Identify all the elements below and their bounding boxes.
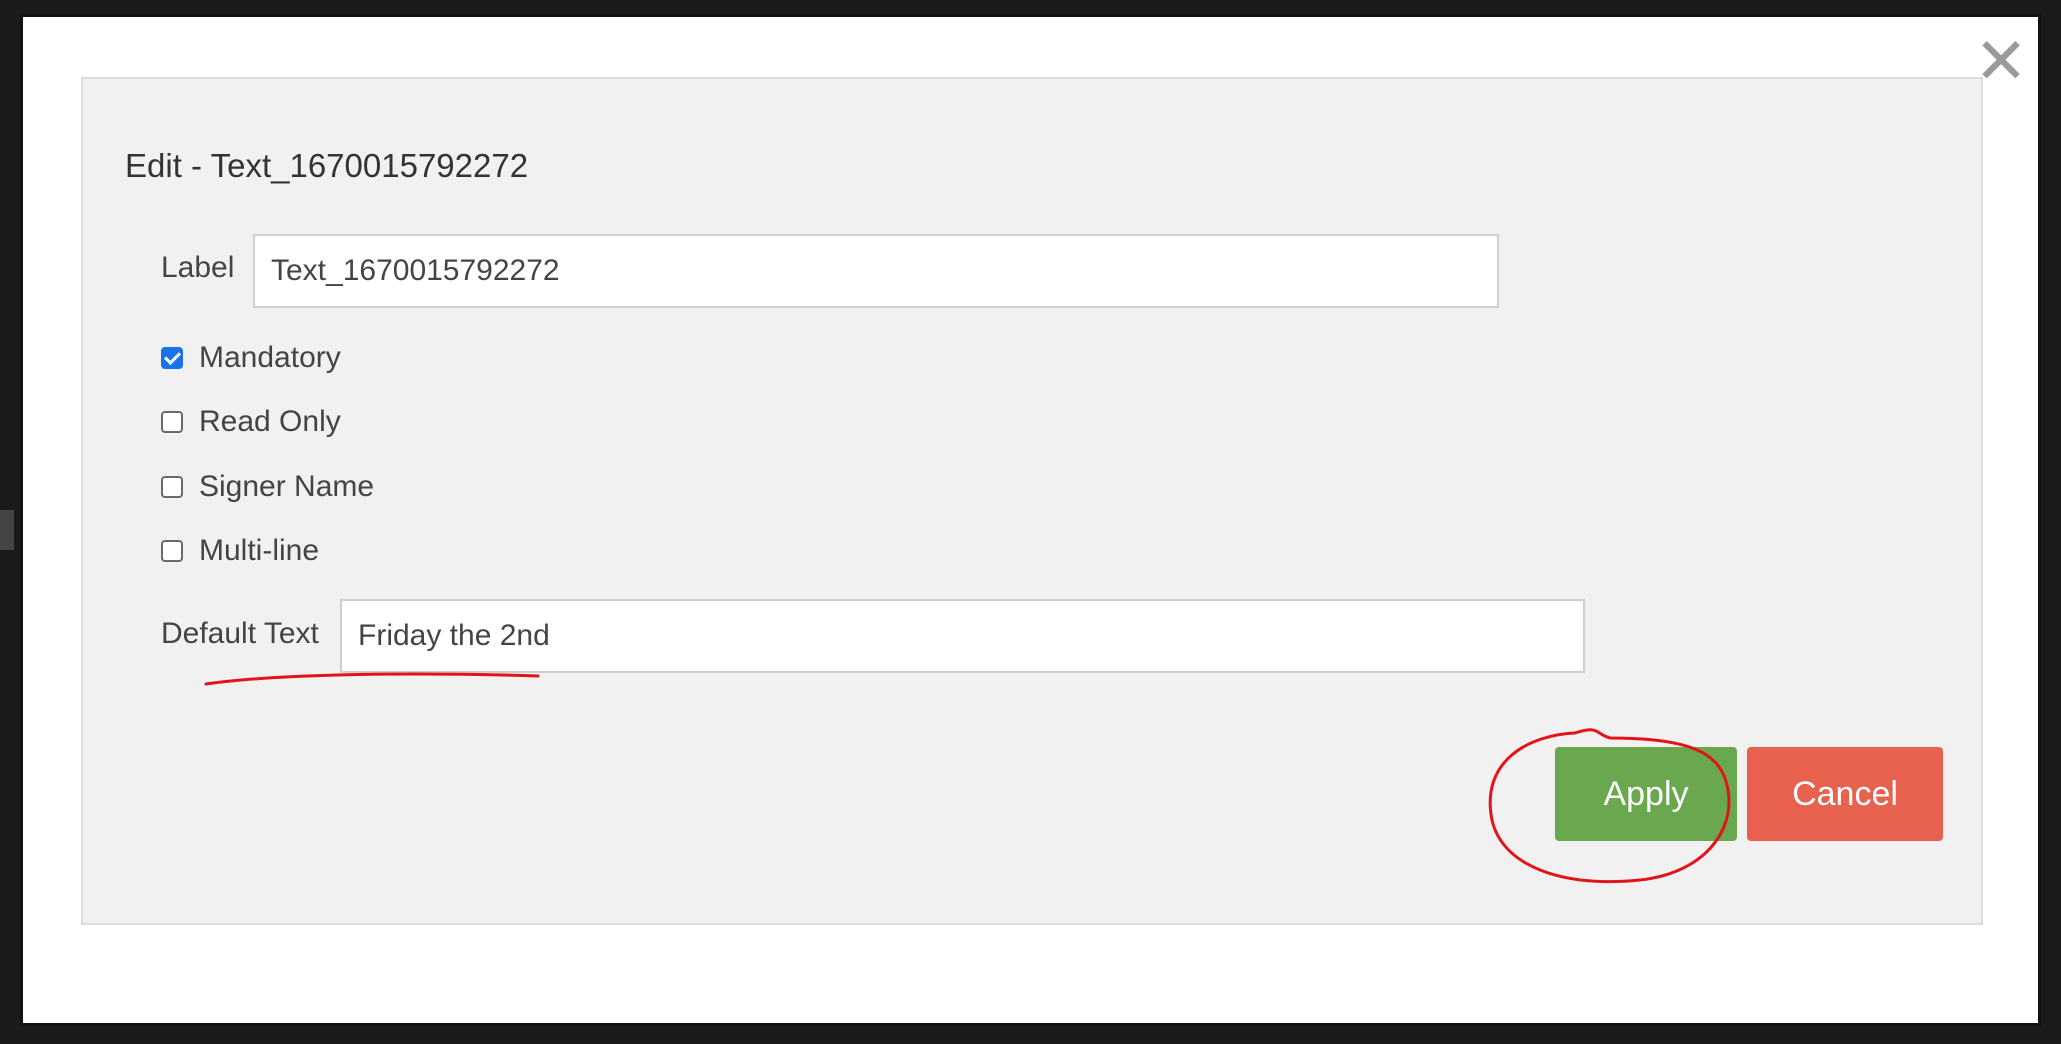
modal-title: Edit - Text_1670015792272 <box>125 147 529 184</box>
multi-line-checkbox[interactable] <box>161 540 183 562</box>
default-text-label: Default Text <box>161 617 319 650</box>
apply-button[interactable]: Apply <box>1555 747 1737 841</box>
label-field-label: Label <box>161 251 235 284</box>
mandatory-checkbox[interactable] <box>161 347 183 369</box>
mandatory-checkbox-row[interactable]: Mandatory <box>161 341 341 375</box>
multi-line-checkbox-row[interactable]: Multi-line <box>161 534 319 568</box>
edit-modal: ✕ Edit - Text_1670015792272 Label Mandat… <box>20 14 2041 1026</box>
signer-name-checkbox-row[interactable]: Signer Name <box>161 470 374 504</box>
default-text-input[interactable] <box>340 599 1585 673</box>
read-only-checkbox-row[interactable]: Read Only <box>161 405 341 439</box>
mandatory-label: Mandatory <box>199 341 341 374</box>
read-only-label: Read Only <box>199 405 341 438</box>
multi-line-label: Multi-line <box>199 534 320 567</box>
signer-name-checkbox[interactable] <box>161 476 183 498</box>
backdrop-edge <box>0 510 14 550</box>
edit-panel: Edit - Text_1670015792272 Label Mandator… <box>81 77 1983 925</box>
label-input[interactable] <box>253 234 1499 308</box>
read-only-checkbox[interactable] <box>161 411 183 433</box>
cancel-button[interactable]: Cancel <box>1747 747 1943 841</box>
signer-name-label: Signer Name <box>199 470 375 503</box>
